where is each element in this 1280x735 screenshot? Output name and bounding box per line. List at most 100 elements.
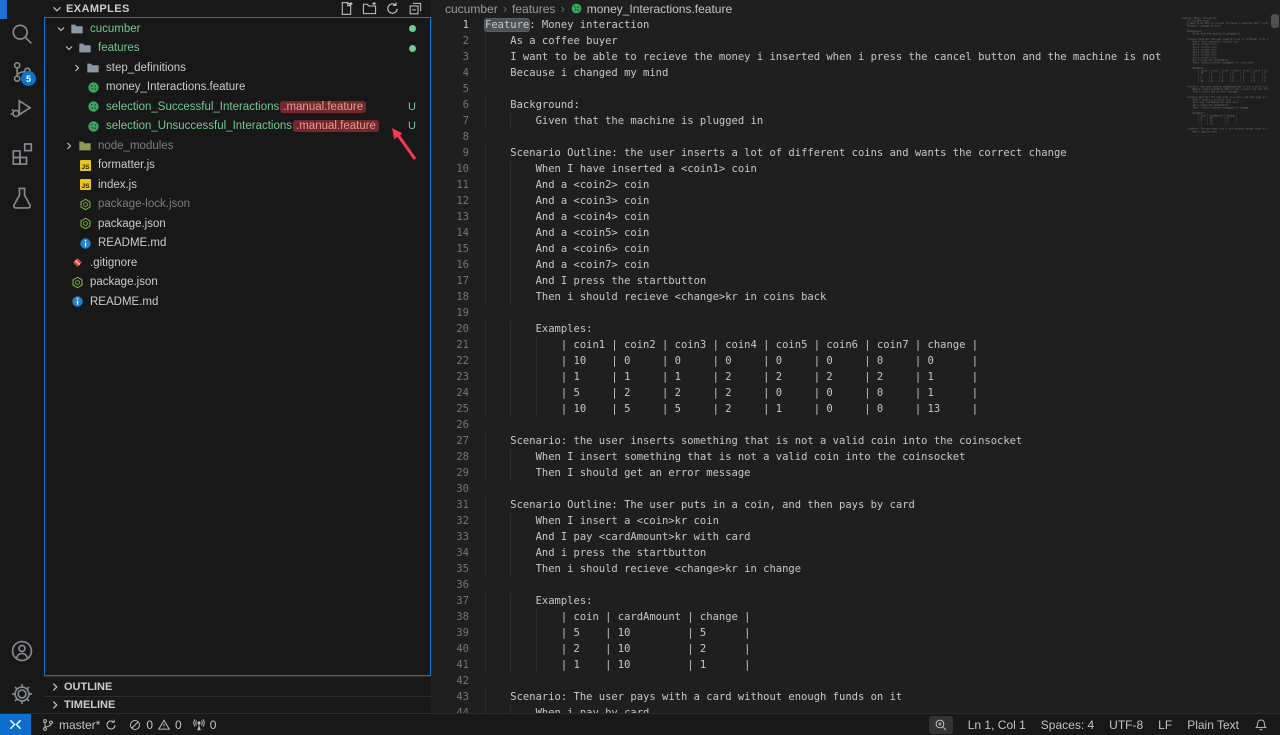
cursor-position[interactable]: Ln 1, Col 1: [968, 718, 1026, 732]
timeline-section-header[interactable]: TIMELINE: [44, 696, 431, 713]
code-line[interactable]: 20 Examples:: [431, 321, 1182, 337]
code-line[interactable]: 26: [431, 417, 1182, 433]
chevron-right-icon[interactable]: [61, 138, 77, 154]
code-line[interactable]: 21 | coin1 | coin2 | coin3 | coin4 | coi…: [431, 337, 1182, 353]
code-line[interactable]: 2 As a coffee buyer: [431, 33, 1182, 49]
line-number: 8: [431, 129, 469, 145]
code-line[interactable]: 28 When I insert something that is not a…: [431, 449, 1182, 465]
code-line[interactable]: 33 And I pay <cardAmount>kr with card: [431, 529, 1182, 545]
minimap-content: Feature: Money interaction As a coffee b…: [1182, 17, 1201, 133]
tree-item-package-lock-json[interactable]: package-lock.json: [45, 195, 430, 215]
explorer-section-header[interactable]: EXAMPLES: [44, 0, 431, 17]
code-line[interactable]: 17 And I press the startbutton: [431, 273, 1182, 289]
code-line[interactable]: 15 And a <coin6> coin: [431, 241, 1182, 257]
code-line[interactable]: 19: [431, 305, 1182, 321]
code-line[interactable]: 25 | 10 | 5 | 5 | 2 | 1 | 0 | 0 | 13 |: [431, 401, 1182, 417]
language-mode[interactable]: Plain Text: [1187, 718, 1239, 732]
refresh-icon[interactable]: [384, 1, 400, 17]
code-line[interactable]: 37 Examples:: [431, 593, 1182, 609]
code-line[interactable]: 40 | 2 | 10 | 2 |: [431, 641, 1182, 657]
code-line[interactable]: 42: [431, 673, 1182, 689]
code-line[interactable]: 10 When I have inserted a <coin1> coin: [431, 161, 1182, 177]
scrollbar-thumb[interactable]: [1271, 14, 1279, 28]
code-line[interactable]: 24 | 5 | 2 | 2 | 2 | 0 | 0 | 0 | 1 |: [431, 385, 1182, 401]
tree-item-money-interactions-feature[interactable]: money_Interactions.feature: [45, 78, 430, 98]
chevron-down-icon[interactable]: [61, 40, 77, 56]
code-line[interactable]: 30: [431, 481, 1182, 497]
code-line[interactable]: 34 And i press the startbutton: [431, 545, 1182, 561]
code-line[interactable]: 8: [431, 129, 1182, 145]
code-line[interactable]: 18 Then i should recieve <change>kr in c…: [431, 289, 1182, 305]
code-line[interactable]: 35 Then i should recieve <change>kr in c…: [431, 561, 1182, 577]
code-line[interactable]: 5: [431, 81, 1182, 97]
code-line[interactable]: 44 When i pay by card: [431, 705, 1182, 713]
git-file-icon: [69, 255, 85, 271]
branch-status[interactable]: master*: [41, 718, 118, 732]
breadcrumb-folder[interactable]: features: [512, 2, 555, 16]
editor-scrollbar[interactable]: [1270, 0, 1280, 713]
code-line[interactable]: 1Feature: Money interaction: [431, 17, 1182, 33]
tree-item-label: money_Interactions.feature: [106, 81, 245, 93]
tree-item-features[interactable]: features: [45, 39, 430, 59]
code-line[interactable]: 13 And a <coin4> coin: [431, 209, 1182, 225]
tree-item-readme-md[interactable]: README.md: [45, 292, 430, 312]
tree-item-package-json[interactable]: package.json: [45, 214, 430, 234]
code-line[interactable]: 12 And a <coin3> coin: [431, 193, 1182, 209]
breadcrumb-folder[interactable]: cucumber: [445, 2, 498, 16]
code-line[interactable]: 31 Scenario Outline: The user puts in a …: [431, 497, 1182, 513]
tree-item-package-json[interactable]: package.json: [45, 273, 430, 293]
accounts-icon[interactable]: [10, 639, 34, 663]
tree-item-step-definitions[interactable]: step_definitions: [45, 58, 430, 78]
settings-gear-icon[interactable]: [10, 682, 34, 706]
extensions-icon[interactable]: [10, 141, 34, 165]
notifications-bell-icon[interactable]: [1254, 718, 1268, 732]
eol-status[interactable]: LF: [1158, 718, 1172, 732]
code-line[interactable]: 29 Then I should get an error message: [431, 465, 1182, 481]
remote-indicator[interactable]: [0, 714, 31, 735]
collapse-all-icon[interactable]: [407, 1, 423, 17]
code-line[interactable]: 14 And a <coin5> coin: [431, 225, 1182, 241]
minimap[interactable]: Feature: Money interaction As a coffee b…: [1182, 17, 1268, 713]
line-number: 6: [431, 97, 469, 113]
code-line[interactable]: 16 And a <coin7> coin: [431, 257, 1182, 273]
tree-item-selection-unsuccessful-interactions[interactable]: selection_Unsuccessful_Interactions.manu…: [45, 117, 430, 137]
code-line[interactable]: 27 Scenario: the user inserts something …: [431, 433, 1182, 449]
zoom-icon[interactable]: [929, 716, 953, 734]
code-line[interactable]: 23 | 1 | 1 | 1 | 2 | 2 | 2 | 2 | 1 |: [431, 369, 1182, 385]
chevron-down-icon[interactable]: [53, 21, 69, 37]
new-file-icon[interactable]: [338, 1, 354, 17]
encoding-status[interactable]: UTF-8: [1109, 718, 1143, 732]
code-line[interactable]: 22 | 10 | 0 | 0 | 0 | 0 | 0 | 0 | 0 |: [431, 353, 1182, 369]
code-line[interactable]: 7 Given that the machine is plugged in: [431, 113, 1182, 129]
problems-status[interactable]: 0 0: [128, 718, 181, 732]
code-line[interactable]: 11 And a <coin2> coin: [431, 177, 1182, 193]
code-line[interactable]: 32 When I insert a <coin>kr coin: [431, 513, 1182, 529]
ports-status[interactable]: 0: [192, 718, 217, 732]
line-number: 30: [431, 481, 469, 497]
search-icon[interactable]: [10, 22, 34, 46]
code-line[interactable]: 6 Background:: [431, 97, 1182, 113]
code-line[interactable]: 9 Scenario Outline: the user inserts a l…: [431, 145, 1182, 161]
code-line[interactable]: 4 Because i changed my mind: [431, 65, 1182, 81]
tree-item-formatter-js[interactable]: JSformatter.js: [45, 156, 430, 176]
code-line[interactable]: 43 Scenario: The user pays with a card w…: [431, 689, 1182, 705]
code-line[interactable]: 38 | coin | cardAmount | change |: [431, 609, 1182, 625]
tree-item-node-modules[interactable]: node_modules: [45, 136, 430, 156]
tree-item-index-js[interactable]: JSindex.js: [45, 175, 430, 195]
code-line[interactable]: 41 | 1 | 10 | 1 |: [431, 657, 1182, 673]
code-line[interactable]: 3 I want to be able to recieve the money…: [431, 49, 1182, 65]
tree-item-selection-successful-interactions[interactable]: selection_Successful_Interactions.manual…: [45, 97, 430, 117]
tree-item--gitignore[interactable]: .gitignore: [45, 253, 430, 273]
tree-item-readme-md[interactable]: README.md: [45, 234, 430, 254]
outline-section-header[interactable]: OUTLINE: [44, 676, 431, 696]
indentation-status[interactable]: Spaces: 4: [1041, 718, 1094, 732]
testing-icon[interactable]: [10, 186, 34, 210]
code-line[interactable]: 39 | 5 | 10 | 5 |: [431, 625, 1182, 641]
code-line[interactable]: 36: [431, 577, 1182, 593]
tree-item-cucumber[interactable]: cucumber: [45, 19, 430, 39]
breadcrumb-file[interactable]: money_Interactions.feature: [587, 2, 732, 16]
run-and-debug-icon[interactable]: [10, 96, 34, 120]
code-area[interactable]: 1Feature: Money interaction2 As a coffee…: [431, 17, 1182, 713]
chevron-right-icon[interactable]: [69, 60, 85, 76]
new-folder-icon[interactable]: [361, 1, 377, 17]
